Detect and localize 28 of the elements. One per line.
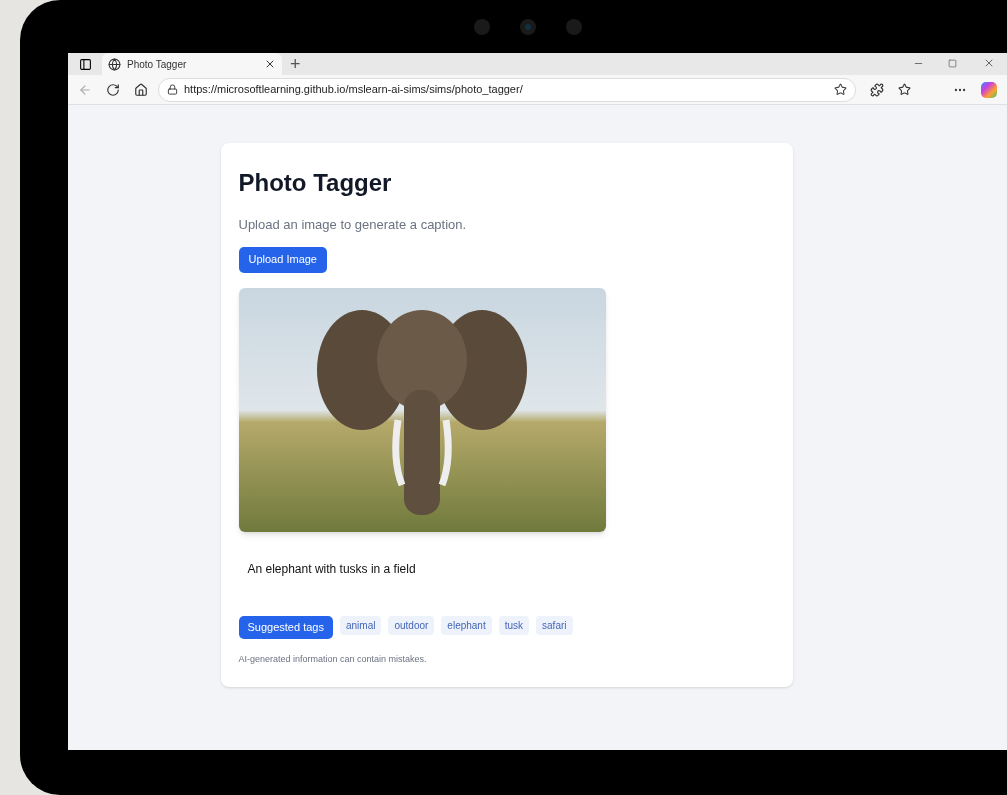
- globe-icon: [108, 57, 121, 71]
- tag: safari: [536, 615, 573, 635]
- camera-icon: [565, 18, 582, 35]
- camera-icon: [519, 18, 536, 35]
- browser-tab[interactable]: Photo Tagger: [102, 53, 282, 75]
- new-tab-button[interactable]: +: [282, 53, 309, 75]
- close-icon[interactable]: [264, 58, 276, 70]
- lock-icon: [167, 84, 178, 95]
- suggested-tags-button[interactable]: Suggested tags: [238, 615, 333, 639]
- refresh-icon[interactable]: [106, 82, 120, 97]
- tag: animal: [339, 615, 382, 635]
- disclaimer-text: AI-generated information can contain mistakes.: [238, 652, 427, 666]
- page-title: Photo Tagger: [238, 168, 392, 198]
- tab-title: Photo Tagger: [127, 57, 188, 72]
- address-bar[interactable]: https://microsoftlearning.github.io/mslearn-ai-sims/sims/photo_tagger/: [158, 77, 856, 102]
- copilot-icon[interactable]: [981, 81, 997, 98]
- upload-image-button[interactable]: Upload Image: [238, 246, 327, 273]
- favorite-icon[interactable]: [834, 83, 847, 96]
- tag: outdoor: [388, 615, 435, 635]
- home-icon[interactable]: [134, 82, 148, 97]
- tag: elephant: [441, 615, 492, 635]
- extensions-icon[interactable]: [870, 82, 884, 97]
- tag: tusk: [498, 615, 530, 635]
- favorites-icon[interactable]: [898, 83, 911, 96]
- url-text: https://microsoftlearning.github.io/mslearn-ai-sims/sims/photo_tagger/: [184, 82, 524, 98]
- camera-icon: [473, 18, 490, 35]
- subtitle: Upload an image to generate a caption.: [238, 216, 467, 234]
- sidebar-icon[interactable]: [78, 57, 92, 71]
